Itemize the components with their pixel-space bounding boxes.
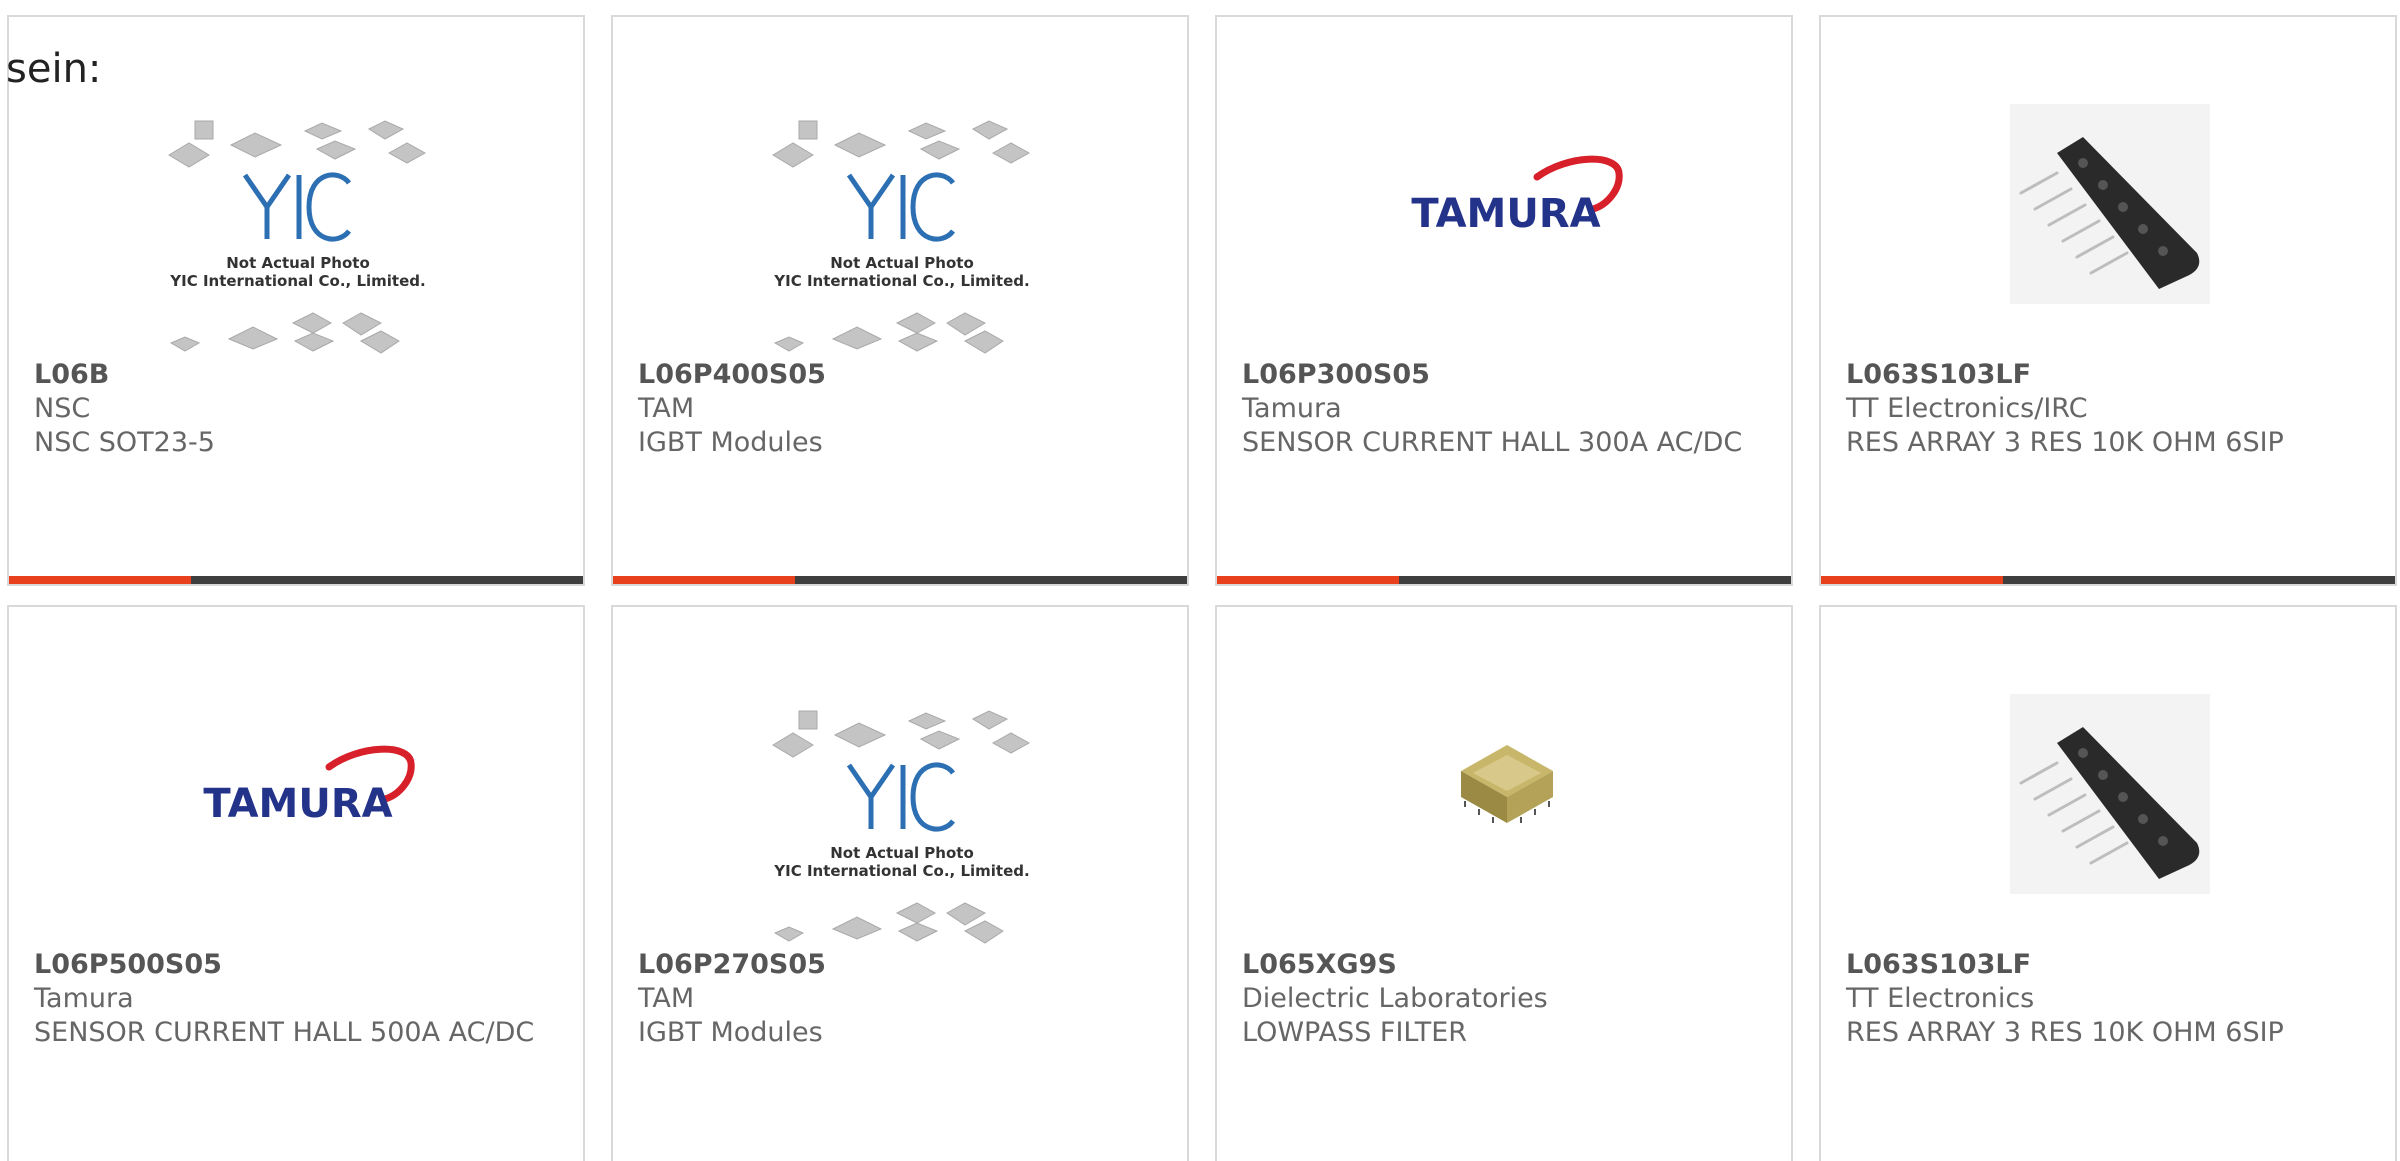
description: IGBT Modules (638, 427, 823, 458)
description: SENSOR CURRENT HALL 500A AC/DC (34, 1017, 535, 1048)
description: RES ARRAY 3 RES 10K OHM 6SIP (1846, 427, 2284, 458)
product-image-smd-filter-component[interactable] (1217, 647, 1791, 947)
placeholder-caption-line1: Not Actual Photo (226, 254, 370, 272)
product-card[interactable]: Not Actual Photo YIC International Co., … (611, 15, 1189, 586)
placeholder-caption-line1: Not Actual Photo (830, 844, 974, 862)
part-number[interactable]: L06B (34, 358, 558, 392)
placeholder-caption-line2: YIC International Co., Limited. (773, 272, 1029, 290)
description: RES ARRAY 3 RES 10K OHM 6SIP (1846, 1017, 2284, 1048)
product-card[interactable]: L063S103LF TT Electronics/IRC RES ARRAY … (1819, 15, 2397, 586)
part-number[interactable]: L063S103LF (1846, 948, 2370, 982)
product-card[interactable]: Not Actual Photo YIC International Co., … (7, 15, 585, 586)
manufacturer: Dielectric Laboratories (1242, 983, 1548, 1014)
placeholder-caption-line2: YIC International Co., Limited. (169, 272, 425, 290)
manufacturer: TAM (638, 983, 695, 1014)
product-image-yic-placeholder[interactable]: Not Actual Photo YIC International Co., … (613, 647, 1187, 947)
product-card[interactable]: TAMURA L06P300S05 Tamura SENSOR CURRENT … (1215, 15, 1793, 586)
product-card[interactable]: Not Actual Photo YIC International Co., … (611, 605, 1189, 1161)
product-card[interactable]: L063S103LF TT Electronics RES ARRAY 3 RE… (1819, 605, 2397, 1161)
card-bottom-bar (1821, 576, 2395, 584)
manufacturer: Tamura (1242, 393, 1342, 424)
product-image-tamura-logo[interactable]: TAMURA (9, 647, 583, 947)
product-card[interactable]: TAMURA L06P500S05 Tamura SENSOR CURRENT … (7, 605, 585, 1161)
manufacturer: Tamura (34, 983, 134, 1014)
part-number[interactable]: L06P270S05 (638, 948, 1162, 982)
manufacturer: NSC (34, 393, 91, 424)
card-bottom-bar (1217, 576, 1791, 584)
product-grid-page: sein: Not Actual Photo YIC International… (0, 0, 2400, 1161)
description: NSC SOT23-5 (34, 427, 215, 458)
description: LOWPASS FILTER (1242, 1017, 1468, 1048)
card-bottom-bar (613, 576, 1187, 584)
description: SENSOR CURRENT HALL 300A AC/DC (1242, 427, 1743, 458)
intro-text: sein: (6, 46, 102, 92)
part-number[interactable]: L065XG9S (1242, 948, 1766, 982)
manufacturer: TAM (638, 393, 695, 424)
card-accent-bar (9, 576, 191, 584)
card-accent-bar (1821, 576, 2003, 584)
tamura-logo-text: TAMURA (1411, 191, 1600, 237)
product-image-resistor-array[interactable] (1821, 57, 2395, 357)
product-image-yic-placeholder[interactable]: Not Actual Photo YIC International Co., … (613, 57, 1187, 357)
product-image-yic-placeholder[interactable]: Not Actual Photo YIC International Co., … (9, 57, 583, 357)
description: IGBT Modules (638, 1017, 823, 1048)
part-number[interactable]: L063S103LF (1846, 358, 2370, 392)
manufacturer: TT Electronics/IRC (1846, 393, 2088, 424)
part-number[interactable]: L06P500S05 (34, 948, 558, 982)
placeholder-caption-line1: Not Actual Photo (830, 254, 974, 272)
tamura-logo-text: TAMURA (203, 781, 392, 827)
manufacturer: TT Electronics (1846, 983, 2035, 1014)
part-number[interactable]: L06P400S05 (638, 358, 1162, 392)
product-image-tamura-logo[interactable]: TAMURA (1217, 57, 1791, 357)
card-accent-bar (1217, 576, 1399, 584)
product-image-resistor-array[interactable] (1821, 647, 2395, 947)
placeholder-caption-line2: YIC International Co., Limited. (773, 862, 1029, 880)
product-card[interactable]: L065XG9S Dielectric Laboratories LOWPASS… (1215, 605, 1793, 1161)
part-number[interactable]: L06P300S05 (1242, 358, 1766, 392)
card-accent-bar (613, 576, 795, 584)
card-bottom-bar (9, 576, 583, 584)
